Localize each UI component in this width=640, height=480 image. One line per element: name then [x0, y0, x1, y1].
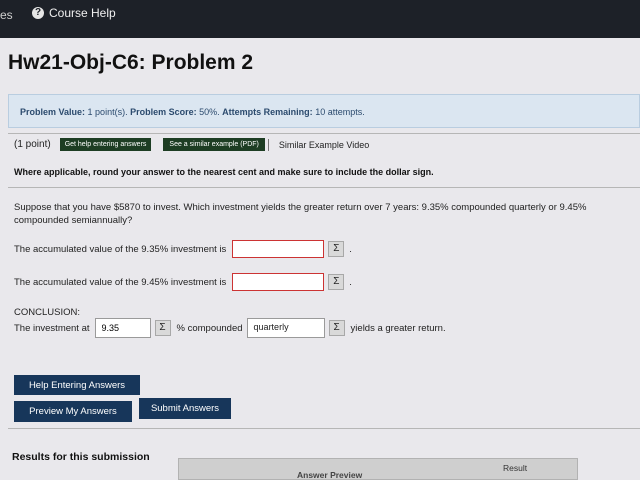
- sigma-icon[interactable]: Σ: [328, 274, 345, 290]
- help-entering-answers-button[interactable]: Help Entering Answers: [14, 375, 140, 395]
- question-row-1: The accumulated value of the 9.35% inves…: [14, 240, 352, 258]
- conclusion-suffix: yields a greater return.: [350, 322, 446, 334]
- preview-answers-button[interactable]: Preview My Answers: [14, 401, 132, 422]
- problem-value: 1 point(s).: [87, 107, 128, 117]
- course-help-label: Course Help: [49, 6, 116, 20]
- sigma-icon[interactable]: Σ: [328, 320, 345, 336]
- question-2-label: The accumulated value of the 9.45% inves…: [14, 276, 227, 288]
- problem-score-label: Problem Score:: [130, 107, 197, 117]
- question-row-2: The accumulated value of the 9.45% inves…: [14, 273, 352, 291]
- sigma-icon[interactable]: Σ: [154, 320, 171, 336]
- divider: [8, 187, 640, 188]
- get-help-button[interactable]: Get help entering answers: [59, 138, 152, 151]
- nav-fragment[interactable]: es: [0, 8, 13, 22]
- sigma-icon[interactable]: Σ: [328, 241, 345, 257]
- rate-input[interactable]: [94, 318, 151, 338]
- problem-statement: Suppose that you have $5870 to invest. W…: [14, 202, 587, 226]
- divider: [8, 428, 640, 429]
- similar-example-video-link[interactable]: Similar Example Video: [279, 140, 369, 150]
- attempts-label: Attempts Remaining:: [222, 107, 313, 117]
- problem-score: 50%.: [199, 107, 220, 117]
- conclusion-title: CONCLUSION:: [14, 307, 80, 318]
- similar-example-pdf-button[interactable]: See a similar example (PDF): [163, 138, 265, 151]
- problem-info-box: Problem Value: 1 point(s). Problem Score…: [8, 94, 640, 128]
- question-1-label: The accumulated value of the 9.35% inves…: [14, 243, 227, 255]
- top-navigation-bar: es ? Course Help: [0, 0, 640, 38]
- conclusion-prefix: The investment at: [14, 322, 90, 334]
- divider: [8, 133, 640, 134]
- attempts-remaining: 10 attempts.: [315, 107, 365, 117]
- answer-input-1[interactable]: [232, 240, 325, 258]
- answer-preview-header: Answer Preview: [297, 470, 363, 480]
- course-help-link[interactable]: ? Course Help: [32, 6, 116, 20]
- answer-input-2[interactable]: [232, 273, 325, 291]
- conclusion-middle: % compounded: [176, 322, 243, 334]
- conclusion-row: The investment at Σ % compounded quarter…: [14, 318, 446, 338]
- points-label: (1 point): [14, 139, 51, 150]
- results-title: Results for this submission: [12, 451, 150, 463]
- results-table-header: Answer Preview Result: [178, 458, 578, 480]
- problem-header-row: (1 point) Get help entering answers See …: [14, 138, 369, 151]
- page-title: Hw21-Obj-C6: Problem 2: [8, 51, 254, 74]
- question-circle-icon: ?: [32, 7, 44, 19]
- result-header: Result: [503, 463, 528, 473]
- period: .: [349, 243, 352, 255]
- problem-value-label: Problem Value:: [20, 107, 86, 117]
- instruction-text: Where applicable, round your answer to t…: [14, 167, 434, 177]
- compounding-select[interactable]: quarterly: [246, 318, 325, 338]
- separator: [267, 138, 269, 151]
- period: .: [349, 276, 352, 288]
- submit-answers-button[interactable]: Submit Answers: [139, 398, 231, 419]
